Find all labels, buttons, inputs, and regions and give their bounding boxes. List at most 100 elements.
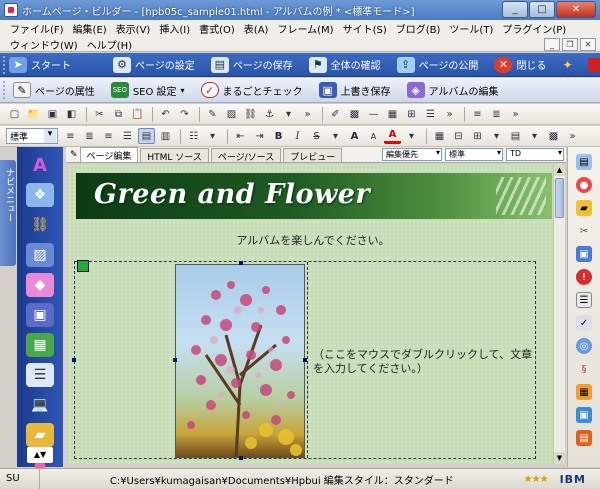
album-edit-button[interactable]: ◈ アルバムの編集: [406, 82, 498, 98]
start-button[interactable]: ➤ スタート: [9, 56, 71, 73]
menu-site[interactable]: サイト(S): [343, 21, 387, 36]
page-subtitle[interactable]: アルバムを楽しんでください。: [68, 232, 558, 248]
edit-priority-select[interactable]: 編集優先: [382, 148, 442, 161]
menu-edit[interactable]: 編集(E): [73, 21, 107, 36]
book-icon[interactable]: [588, 57, 600, 72]
bold-icon[interactable]: B: [270, 128, 287, 144]
toolbar-grip[interactable]: [3, 55, 5, 74]
pen-icon[interactable]: ✐: [327, 106, 344, 122]
menu-blog[interactable]: ブログ(B): [396, 21, 441, 36]
standard-select[interactable]: 標準: [445, 148, 503, 161]
row-icon[interactable]: ▤: [507, 128, 524, 144]
font-bigger-icon[interactable]: A: [346, 128, 363, 144]
resize-handle[interactable]: [303, 358, 307, 362]
layout-icon-2[interactable]: ▥: [157, 128, 174, 144]
strike-dropdown-icon[interactable]: ▾: [327, 128, 344, 144]
text-style-icon[interactable]: A: [26, 153, 54, 177]
gold-stars-icon[interactable]: ✦: [562, 58, 578, 72]
style-select[interactable]: 標準: [6, 128, 58, 144]
mdi-close-button[interactable]: ✕: [580, 38, 596, 51]
calendar-icon[interactable]: ▦: [576, 384, 592, 400]
menu-plugin[interactable]: プラグイン(P): [502, 21, 566, 36]
font-color-icon[interactable]: A: [384, 128, 401, 144]
tab-html-source[interactable]: HTML ソース: [140, 148, 209, 163]
more-icon-2[interactable]: »: [441, 106, 458, 122]
new-page-icon[interactable]: ▢: [6, 106, 23, 122]
row-dropdown-icon[interactable]: ▾: [526, 128, 543, 144]
td-select[interactable]: TD: [506, 148, 564, 161]
justify-icon[interactable]: ☰: [119, 128, 136, 144]
link-icon[interactable]: ⛓: [242, 106, 259, 122]
link-chain-icon[interactable]: ⛓: [26, 213, 54, 237]
more-icon[interactable]: »: [299, 106, 316, 122]
album-table[interactable]: （ここをマウスでダブルクリックして、文章を入力してください。）: [72, 260, 536, 460]
menu-window[interactable]: ウィンドウ(W): [10, 37, 78, 52]
cell-placeholder-text[interactable]: （ここをマウスでダブルクリックして、文章を入力してください。）: [313, 348, 533, 376]
parts-icon[interactable]: ❖: [26, 183, 54, 207]
maximize-button[interactable]: □: [529, 1, 555, 18]
tools-icon[interactable]: ✂: [576, 223, 592, 239]
album-photo[interactable]: [175, 264, 305, 458]
cell-merge-icon[interactable]: ⊟: [450, 128, 467, 144]
menu-format[interactable]: 書式(O): [199, 21, 235, 36]
header-banner[interactable]: Green and Flower: [76, 173, 552, 219]
table-icon[interactable]: ▦: [384, 106, 401, 122]
image-icon[interactable]: ▨: [223, 106, 240, 122]
tab-preview[interactable]: プレビュー: [283, 148, 343, 163]
note-icon[interactable]: ☰: [576, 292, 592, 308]
redo-icon[interactable]: ↷: [176, 106, 193, 122]
more-icon-4[interactable]: »: [564, 128, 581, 144]
overwrite-save-button[interactable]: ▣ 上書き保存: [318, 82, 391, 98]
resize-handle[interactable]: [239, 456, 243, 460]
page-attr-button[interactable]: ✎ ページの属性: [13, 82, 95, 98]
document-icon[interactable]: ☰: [26, 363, 54, 387]
menu-help[interactable]: ヘルプ(H): [87, 37, 132, 52]
frame-icon[interactable]: ▣: [26, 303, 54, 327]
laptop-icon[interactable]: 💻: [26, 393, 54, 417]
page-settings-button[interactable]: ⚙ ページの設定: [113, 56, 195, 73]
scroll-up-arrow-icon[interactable]: ▲: [554, 164, 565, 176]
publish-button[interactable]: ⇪ ページの公開: [396, 56, 478, 73]
navi-menu-tab[interactable]: ナビメニュー: [0, 160, 16, 266]
list-dropdown-icon[interactable]: ▾: [204, 128, 221, 144]
menu-frame[interactable]: フレーム(M): [277, 21, 333, 36]
globe-icon[interactable]: ◎: [576, 338, 592, 354]
mdi-minimize-button[interactable]: _: [544, 38, 560, 51]
font-color-dropdown-icon[interactable]: ▾: [403, 128, 420, 144]
dropdown-icon[interactable]: ▾: [280, 106, 297, 122]
full-check-button[interactable]: ✓ まるごとチェック: [200, 82, 303, 98]
cell-dropdown-icon[interactable]: ▾: [488, 128, 505, 144]
mdi-restore-button[interactable]: ❐: [562, 38, 578, 51]
close-button[interactable]: ✕: [556, 1, 596, 18]
scroll-nav-icon[interactable]: ▲▼: [27, 447, 53, 463]
layout-icon[interactable]: ▤: [138, 128, 155, 144]
form-icon[interactable]: ☰: [422, 106, 439, 122]
scroll-thumb[interactable]: [555, 178, 564, 218]
align-left-icon-2[interactable]: ≡: [62, 128, 79, 144]
info-icon[interactable]: !: [576, 269, 592, 285]
page-editor-area[interactable]: Green and Flower アルバムを楽しんでください。 （ここをマウスで…: [68, 164, 558, 464]
folder-right-icon[interactable]: ▰: [576, 200, 592, 216]
menu-tools[interactable]: ツール(T): [449, 21, 493, 36]
picture-icon[interactable]: ▩: [346, 106, 363, 122]
folder-icon[interactable]: ▰: [26, 423, 54, 447]
pen-mode-icon[interactable]: ✎: [70, 150, 78, 160]
close-doc-button[interactable]: ✕ 閉じる: [494, 56, 546, 73]
pink-tag-icon[interactable]: ◆: [26, 273, 54, 297]
anchor-icon[interactable]: ⚓: [261, 106, 278, 122]
align-right-icon[interactable]: ≡: [100, 128, 117, 144]
menu-view[interactable]: 表示(V): [116, 21, 151, 36]
tab-page-source[interactable]: ページ/ソース: [210, 148, 282, 163]
color-grid-icon[interactable]: ▩: [545, 128, 562, 144]
align-center-icon[interactable]: ≣: [488, 106, 505, 122]
resize-handle[interactable]: [72, 358, 76, 362]
copy-icon[interactable]: ⧉: [110, 106, 127, 122]
edit-icon[interactable]: ✎: [204, 106, 221, 122]
cut-icon[interactable]: ✂: [91, 106, 108, 122]
outdent-icon[interactable]: ⇤: [232, 128, 249, 144]
image-gallery-icon[interactable]: ▨: [26, 243, 54, 267]
save-page-button[interactable]: ▤ ページの保存: [210, 56, 293, 73]
orange-page-icon[interactable]: ▤: [576, 430, 592, 446]
check-list-icon[interactable]: ✓: [576, 315, 592, 331]
resize-handle[interactable]: [173, 358, 177, 362]
